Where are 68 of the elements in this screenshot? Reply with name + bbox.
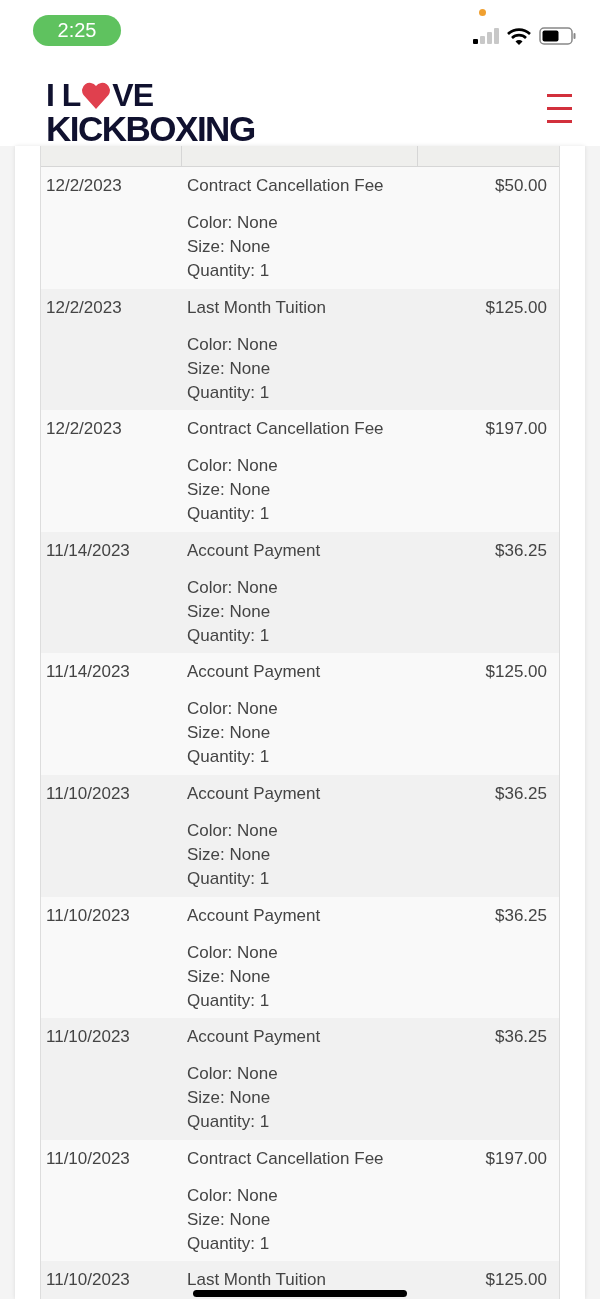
description-cell: Account Payment	[187, 662, 321, 683]
description-cell: Account Payment	[187, 1027, 321, 1048]
item-detail: Quantity: 1	[187, 624, 270, 647]
description-cell: Contract Cancellation Fee	[187, 1148, 384, 1169]
wifi-icon	[507, 27, 531, 45]
status-time: 2:25	[33, 14, 121, 46]
item-detail: Size: None	[187, 236, 271, 258]
date-cell: 12/2/2023	[46, 419, 122, 439]
description-cell: Contract Cancellation Fee	[187, 419, 384, 440]
description-cell: Contract Cancellation Fee	[187, 176, 384, 196]
logo[interactable]: I L VE KICKBOXING	[46, 80, 255, 146]
amount-cell: $36.25	[495, 905, 547, 925]
date-cell: 11/14/2023	[46, 662, 130, 682]
item-detail: Color: None	[187, 941, 278, 964]
item-detail: Size: None	[187, 600, 271, 623]
date-cell: 11/10/2023	[46, 1270, 130, 1290]
description-cell: Account Payment	[187, 540, 321, 561]
item-detail: Color: None	[187, 1184, 278, 1207]
amount-cell: $197.00	[485, 419, 547, 439]
amount-cell: $125.00	[485, 662, 547, 682]
item-detail: Color: None	[187, 455, 278, 478]
item-detail: Quantity: 1	[187, 503, 270, 526]
description-cell: Last Month Tuition	[187, 297, 326, 318]
logo-text: KICKBOXING	[46, 111, 255, 146]
logo-text: I L	[46, 79, 81, 111]
item-detail: Size: None	[187, 965, 271, 988]
amount-cell: $36.25	[495, 1027, 547, 1047]
item-detail: Size: None	[187, 1208, 271, 1231]
description-cell: Account Payment	[187, 905, 321, 926]
description-cell: Account Payment	[187, 783, 321, 804]
date-cell: 11/10/2023	[46, 783, 130, 803]
date-cell: 11/14/2023	[46, 540, 130, 560]
battery-icon	[539, 27, 576, 45]
amount-cell: $125.00	[485, 1270, 547, 1290]
item-detail: Color: None	[187, 698, 278, 721]
item-detail: Quantity: 1	[187, 381, 270, 404]
amount-cell: $36.25	[495, 783, 547, 803]
item-detail: Color: None	[187, 333, 278, 356]
item-detail: Color: None	[187, 1063, 278, 1086]
item-detail: Color: None	[187, 212, 278, 234]
item-detail: Size: None	[187, 479, 271, 502]
item-detail: Quantity: 1	[187, 867, 270, 890]
amount-cell: $50.00	[495, 176, 547, 195]
amount-cell: $36.25	[495, 540, 547, 560]
amount-cell: $197.00	[485, 1148, 547, 1168]
logo-text: VE	[112, 79, 153, 111]
date-cell: 11/10/2023	[46, 1148, 130, 1168]
description-cell: Last Month Tuition	[187, 1270, 326, 1291]
item-detail: Size: None	[187, 722, 271, 745]
heart-icon	[81, 81, 112, 109]
item-detail: Quantity: 1	[187, 746, 270, 769]
date-cell: 12/2/2023	[46, 297, 122, 317]
item-detail: Quantity: 1	[187, 260, 270, 282]
item-detail: Quantity: 1	[187, 989, 270, 1012]
privacy-dot-icon	[479, 9, 486, 16]
date-cell: 11/10/2023	[46, 1027, 130, 1047]
date-cell: 11/10/2023	[46, 905, 130, 925]
amount-cell: $125.00	[485, 297, 547, 317]
signal-icon	[473, 28, 499, 44]
item-detail: Color: None	[187, 819, 278, 842]
item-detail: Size: None	[187, 357, 271, 380]
item-detail: Size: None	[187, 1087, 271, 1110]
item-detail: Color: None	[187, 576, 278, 599]
item-detail: Size: None	[187, 843, 271, 866]
menu-icon[interactable]	[547, 94, 572, 124]
date-cell: 12/2/2023	[46, 176, 122, 195]
item-detail: Quantity: 1	[187, 1232, 270, 1255]
item-detail: Quantity: 1	[187, 1111, 270, 1134]
